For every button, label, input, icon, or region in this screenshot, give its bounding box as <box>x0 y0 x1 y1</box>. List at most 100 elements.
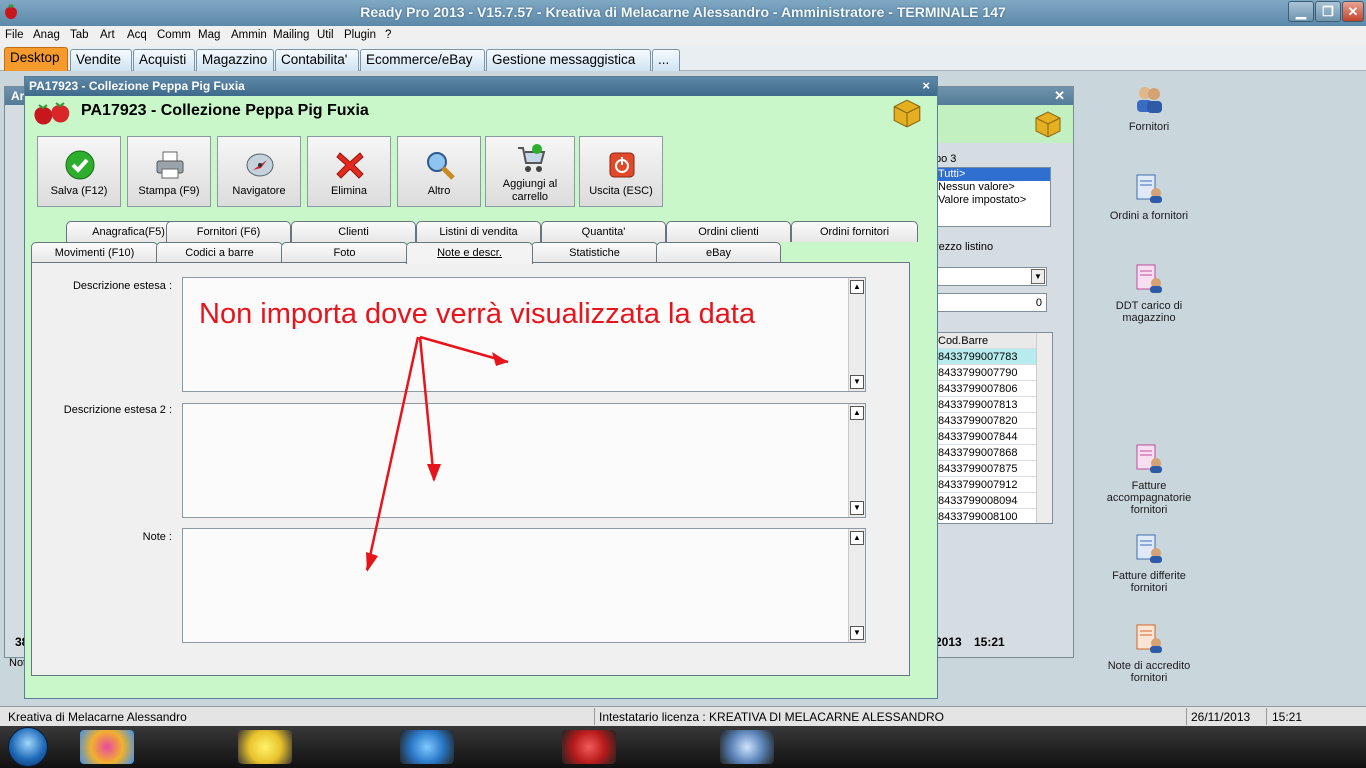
close-button[interactable]: ✕ <box>1342 1 1364 22</box>
scroll-up-icon[interactable]: ▲ <box>850 406 864 420</box>
status-date: 26/11/2013 <box>1191 710 1251 724</box>
tab-foto[interactable]: Foto <box>281 242 408 263</box>
scroll-up-icon[interactable]: ▲ <box>850 531 864 545</box>
menu-tab[interactable]: Tab <box>70 29 89 41</box>
list-item[interactable]: 8433799007790 <box>936 365 1052 381</box>
background-window-close-icon[interactable]: ✕ <box>1054 88 1065 104</box>
filter-option[interactable]: Nessun valore> <box>936 181 1050 194</box>
tab-movimenti[interactable]: Movimenti (F10) <box>31 242 158 263</box>
desktop-icon-fatture-accompagnatorie[interactable]: Fatture accompagnatorie fornitori <box>1094 443 1204 516</box>
print-button[interactable]: Stampa (F9) <box>127 136 211 207</box>
tab-gestione-messaggistica[interactable]: Gestione messaggistica <box>486 49 651 71</box>
list-item[interactable]: 8433799007844 <box>936 429 1052 445</box>
menu-mailing[interactable]: Mailing <box>273 29 309 41</box>
tab-magazzino[interactable]: Magazzino <box>196 49 274 71</box>
filter-option[interactable]: Valore impostato> <box>936 194 1050 207</box>
list-item[interactable]: 8433799007813 <box>936 397 1052 413</box>
tab-more[interactable]: ... <box>652 49 680 71</box>
menu-comm[interactable]: Comm <box>157 29 191 41</box>
tab-ordini-fornitori[interactable]: Ordini fornitori <box>791 221 918 242</box>
menu-anag[interactable]: Anag <box>33 29 60 41</box>
list-item[interactable]: 8433799008100 <box>936 509 1052 523</box>
list-item[interactable]: 8433799007912 <box>936 477 1052 493</box>
minimize-button[interactable]: ▁ <box>1288 1 1314 22</box>
status-company: Kreativa di Melacarne Alessandro <box>8 710 187 724</box>
tab-acquisti[interactable]: Acquisti <box>133 49 195 71</box>
textarea-scrollbar[interactable]: ▲ ▼ <box>848 404 865 517</box>
list-item[interactable]: 8433799007868 <box>936 445 1052 461</box>
menu-file[interactable]: File <box>5 29 24 41</box>
search-magnifier-icon <box>427 152 455 180</box>
list-item[interactable]: 8433799007783 <box>936 349 1052 365</box>
windows-start-button[interactable] <box>8 727 48 767</box>
taskbar-app-icon[interactable] <box>238 730 292 764</box>
navigator-icon <box>246 153 274 177</box>
tab-note-descr[interactable]: Note e descr. <box>406 242 533 264</box>
warehouse-ddt-icon <box>1136 264 1162 293</box>
status-bar: Kreativa di Melacarne Alessandro Intesta… <box>0 706 1366 726</box>
tab-ordini-clienti[interactable]: Ordini clienti <box>666 221 791 242</box>
textarea-scrollbar[interactable]: ▲ ▼ <box>848 529 865 642</box>
delete-button[interactable]: Elimina <box>307 136 391 207</box>
add-to-cart-button[interactable]: Aggiungi al carrello <box>485 136 575 207</box>
tab-desktop[interactable]: Desktop <box>4 47 68 71</box>
tab-ecommerce-ebay[interactable]: Ecommerce/eBay <box>360 49 485 71</box>
exit-button[interactable]: Uscita (ESC) <box>579 136 663 207</box>
scroll-down-icon[interactable]: ▼ <box>850 626 864 640</box>
extended-description-textarea[interactable]: ▲ ▼ <box>182 277 866 392</box>
tab-contabilita[interactable]: Contabilita' <box>275 49 359 71</box>
scroll-up-icon[interactable]: ▲ <box>850 280 864 294</box>
navigator-button[interactable]: Navigatore <box>217 136 301 207</box>
list-item[interactable]: 8433799007820 <box>936 413 1052 429</box>
desktop-icon-fornitori[interactable]: Fornitori <box>1094 84 1204 133</box>
tab-quantita[interactable]: Quantita' <box>541 221 666 242</box>
menu-ammin[interactable]: Ammin <box>231 29 267 41</box>
desktop-icon-label: Ordini a fornitori <box>1109 210 1189 222</box>
package-icon <box>1035 111 1061 138</box>
more-button[interactable]: Altro <box>397 136 481 207</box>
tab-fornitori[interactable]: Fornitori (F6) <box>166 221 291 242</box>
menu-util[interactable]: Util <box>317 29 334 41</box>
desktop-icon-note-accredito[interactable]: Note di accredito fornitori <box>1094 623 1204 684</box>
notes-textarea[interactable]: ▲ ▼ <box>182 528 866 643</box>
scroll-down-icon[interactable]: ▼ <box>850 501 864 515</box>
desktop-icon-ddt-carico[interactable]: DDT carico di magazzino <box>1094 263 1204 324</box>
tab-listini-vendita[interactable]: Listini di vendita <box>416 221 541 242</box>
menu-mag[interactable]: Mag <box>198 29 220 41</box>
list-item[interactable]: 8433799008094 <box>936 493 1052 509</box>
textarea-scrollbar[interactable]: ▲ ▼ <box>848 278 865 391</box>
strawberry-taskbar-icon[interactable] <box>562 730 616 764</box>
list-item[interactable]: 8433799007875 <box>936 461 1052 477</box>
barcode-scrollbar[interactable] <box>1036 333 1052 523</box>
taskbar-app-icon[interactable] <box>400 730 454 764</box>
chevron-down-icon[interactable]: ▼ <box>1031 269 1045 284</box>
desktop-icon-fatture-differite[interactable]: Fatture differite fornitori <box>1094 533 1204 594</box>
tab-clienti[interactable]: Clienti <box>291 221 416 242</box>
tab-ebay[interactable]: eBay <box>656 242 781 263</box>
save-check-icon <box>65 150 95 180</box>
menu-plugin[interactable]: Plugin <box>344 29 376 41</box>
taskbar-app-icon[interactable] <box>80 730 134 764</box>
scroll-down-icon[interactable]: ▼ <box>850 375 864 389</box>
filter-option[interactable]: Tutti> <box>936 168 1050 181</box>
taskbar-app-icon[interactable] <box>720 730 774 764</box>
menu-acq[interactable]: Acq <box>127 29 147 41</box>
maximize-button[interactable]: ❐ <box>1315 1 1341 22</box>
barcode-list[interactable]: Cod.Barre 8433799007783 8433799007790 84… <box>935 332 1053 524</box>
group-filter-list[interactable]: Tutti> Nessun valore> Valore impostato> <box>935 167 1051 227</box>
save-button[interactable]: Salva (F12) <box>37 136 121 207</box>
tab-statistiche[interactable]: Statistiche <box>531 242 658 263</box>
extended-description-2-textarea[interactable]: ▲ ▼ <box>182 403 866 518</box>
menu-help[interactable]: ? <box>385 29 391 41</box>
cart-add-icon <box>518 144 546 172</box>
price-value-field[interactable]: 0 <box>935 293 1047 312</box>
list-item[interactable]: 8433799007806 <box>936 381 1052 397</box>
tab-codici-barre[interactable]: Codici a barre <box>156 242 283 263</box>
menu-art[interactable]: Art <box>100 29 115 41</box>
strawberry-logo-icon <box>34 102 70 125</box>
tab-vendite[interactable]: Vendite <box>70 49 132 71</box>
dialog-close-button[interactable]: × <box>922 78 930 93</box>
price-list-select[interactable]: ▼ <box>935 267 1047 286</box>
desktop-icon-ordini-fornitori[interactable]: Ordini a fornitori <box>1094 173 1204 222</box>
toolbar-label: Salva (F12) <box>50 185 108 197</box>
